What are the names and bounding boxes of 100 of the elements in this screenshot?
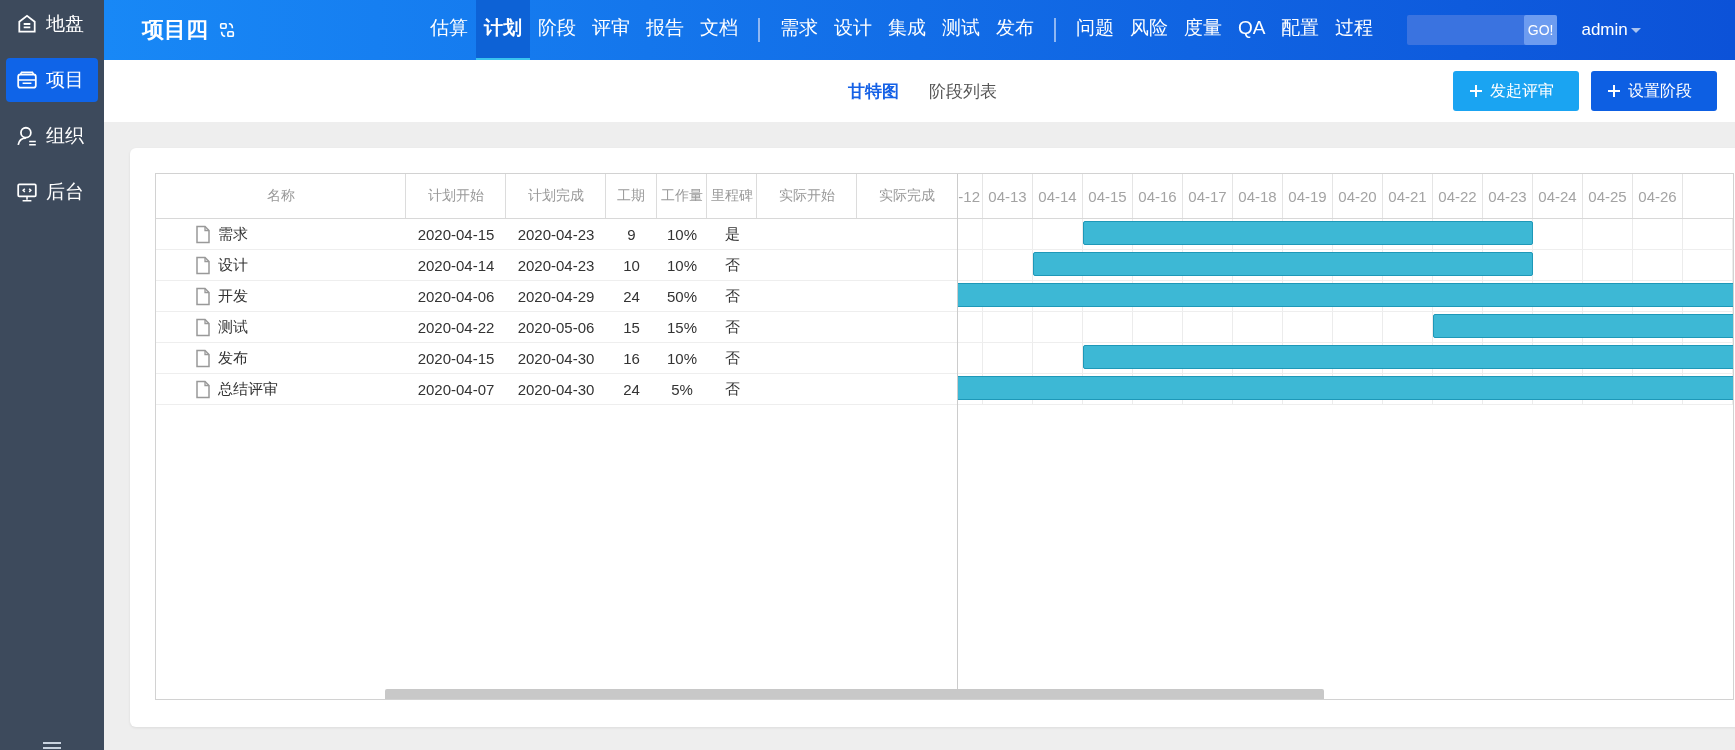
nav-tab[interactable]: 阶段 bbox=[530, 0, 584, 60]
sidebar-item[interactable]: 组织 bbox=[6, 114, 98, 158]
column-header: 工作量 bbox=[657, 174, 707, 218]
view-tab[interactable]: 阶段列表 bbox=[929, 79, 997, 103]
date-header: 04-26 bbox=[1638, 187, 1677, 205]
table-cell: 2020-05-06 bbox=[517, 318, 595, 336]
table-cell: 2020-04-23 bbox=[517, 256, 595, 274]
nav-tab[interactable]: 配置 bbox=[1273, 0, 1328, 60]
nav-tab[interactable]: 风险 bbox=[1122, 0, 1176, 60]
monitor-icon bbox=[16, 181, 38, 203]
column-header: 里程碑 bbox=[707, 174, 757, 218]
action-button[interactable]: 发起评审 bbox=[1453, 71, 1579, 111]
table-cell: 9 bbox=[627, 225, 636, 243]
date-header: 04-20 bbox=[1338, 187, 1377, 205]
table-cell: 否 bbox=[724, 286, 740, 306]
table-cell: 15 bbox=[623, 318, 640, 336]
view-tab[interactable]: 甘特图 bbox=[848, 79, 899, 103]
table-cell: 2020-04-06 bbox=[417, 287, 495, 305]
nav-tab[interactable]: 过程 bbox=[1327, 0, 1382, 60]
table-cell: 24 bbox=[623, 287, 640, 305]
table-cell: 2020-04-22 bbox=[417, 318, 495, 336]
file-icon bbox=[196, 317, 210, 337]
table-cell: 2020-04-07 bbox=[417, 380, 495, 398]
sidebar-item[interactable]: 地盘 bbox=[6, 2, 98, 46]
table-cell: 50% bbox=[667, 287, 697, 305]
table-cell: 2020-04-14 bbox=[417, 256, 495, 274]
table-cell: 2020-04-23 bbox=[517, 225, 595, 243]
date-header: 04-19 bbox=[1288, 187, 1327, 205]
nav-tab[interactable]: 评审 bbox=[584, 0, 638, 60]
nav-tab[interactable]: 发布 bbox=[988, 0, 1042, 60]
date-header: 04-15 bbox=[1088, 187, 1127, 205]
table-cell: 否 bbox=[724, 255, 740, 275]
scrollbar[interactable] bbox=[385, 689, 1324, 699]
table-cell: 24 bbox=[623, 380, 640, 398]
nav-tab[interactable]: 估算 bbox=[422, 0, 476, 60]
table-cell: 2020-04-15 bbox=[417, 349, 495, 367]
home-icon bbox=[16, 13, 38, 35]
nav-tab[interactable]: 设计 bbox=[826, 0, 880, 60]
table-cell: 测试 bbox=[218, 317, 248, 337]
column-header: 实际开始 bbox=[757, 174, 857, 218]
table-cell: 10% bbox=[667, 256, 697, 274]
search-field[interactable]: GO! bbox=[1407, 15, 1558, 45]
table-cell: 16 bbox=[623, 349, 640, 367]
user-icon bbox=[16, 125, 38, 147]
date-header: 04-23 bbox=[1488, 187, 1527, 205]
nav-tab[interactable]: 测试 bbox=[934, 0, 988, 60]
nav-tab[interactable]: 集成 bbox=[880, 0, 934, 60]
plus-icon bbox=[1607, 84, 1621, 98]
column-header: 实际完成 bbox=[878, 186, 936, 205]
date-header: 04-24 bbox=[1538, 187, 1577, 205]
table-cell: 是 bbox=[724, 224, 740, 244]
sidebar-item[interactable]: 后台 bbox=[6, 170, 98, 214]
project-title: 项目四 bbox=[142, 16, 208, 44]
date-header: 04-21 bbox=[1388, 187, 1427, 205]
table-cell: 否 bbox=[724, 379, 740, 399]
table-cell: 5% bbox=[671, 380, 693, 398]
column-header: 工期 bbox=[606, 174, 657, 218]
column-header: 计划开始 bbox=[406, 174, 506, 218]
plus-icon bbox=[1469, 84, 1483, 98]
table-cell: 10% bbox=[667, 225, 697, 243]
table-cell: 否 bbox=[724, 348, 740, 368]
file-icon bbox=[196, 224, 210, 244]
user-menu[interactable]: admin bbox=[1581, 20, 1641, 40]
date-header: 04-22 bbox=[1438, 187, 1477, 205]
date-header: 04-14 bbox=[1038, 187, 1077, 205]
nav-tab[interactable]: 计划 bbox=[476, 0, 530, 60]
date-header: 04-16 bbox=[1138, 187, 1177, 205]
nav-tab[interactable]: 问题 bbox=[1068, 0, 1122, 60]
date-header: -12 bbox=[958, 187, 980, 205]
action-button[interactable]: 设置阶段 bbox=[1591, 71, 1717, 111]
table-cell: 2020-04-29 bbox=[517, 287, 595, 305]
column-header: 计划完成 bbox=[506, 174, 606, 218]
table-cell: 设计 bbox=[218, 255, 248, 275]
file-icon bbox=[196, 286, 210, 306]
nav-tab[interactable]: 报告 bbox=[638, 0, 692, 60]
table-cell: 15% bbox=[667, 318, 697, 336]
table-cell: 2020-04-15 bbox=[417, 225, 495, 243]
date-header: 04-18 bbox=[1238, 187, 1277, 205]
menu-icon[interactable] bbox=[42, 742, 62, 750]
table-cell: 开发 bbox=[218, 286, 248, 306]
table-cell: 2020-04-30 bbox=[517, 349, 595, 367]
nav-tab[interactable]: 需求 bbox=[772, 0, 826, 60]
nav-tab[interactable]: QA bbox=[1230, 0, 1274, 60]
column-header: 名称 bbox=[156, 174, 406, 218]
file-icon bbox=[196, 348, 210, 368]
switch-icon[interactable] bbox=[218, 21, 236, 39]
date-header: 04-17 bbox=[1188, 187, 1227, 205]
nav-tab[interactable]: 度量 bbox=[1176, 0, 1230, 60]
file-icon bbox=[196, 379, 210, 399]
search-button[interactable]: GO! bbox=[1523, 15, 1558, 45]
sidebar-item[interactable]: 项目 bbox=[6, 58, 98, 102]
table-cell: 否 bbox=[724, 317, 740, 337]
table-cell: 总结评审 bbox=[218, 379, 278, 399]
table-cell: 发布 bbox=[218, 348, 248, 368]
table-cell: 2020-04-30 bbox=[517, 380, 595, 398]
table-cell: 10 bbox=[623, 256, 640, 274]
nav-tab[interactable]: 文档 bbox=[692, 0, 746, 60]
table-cell: 10% bbox=[667, 349, 697, 367]
date-header: 04-25 bbox=[1588, 187, 1627, 205]
wallet-icon bbox=[16, 69, 38, 91]
